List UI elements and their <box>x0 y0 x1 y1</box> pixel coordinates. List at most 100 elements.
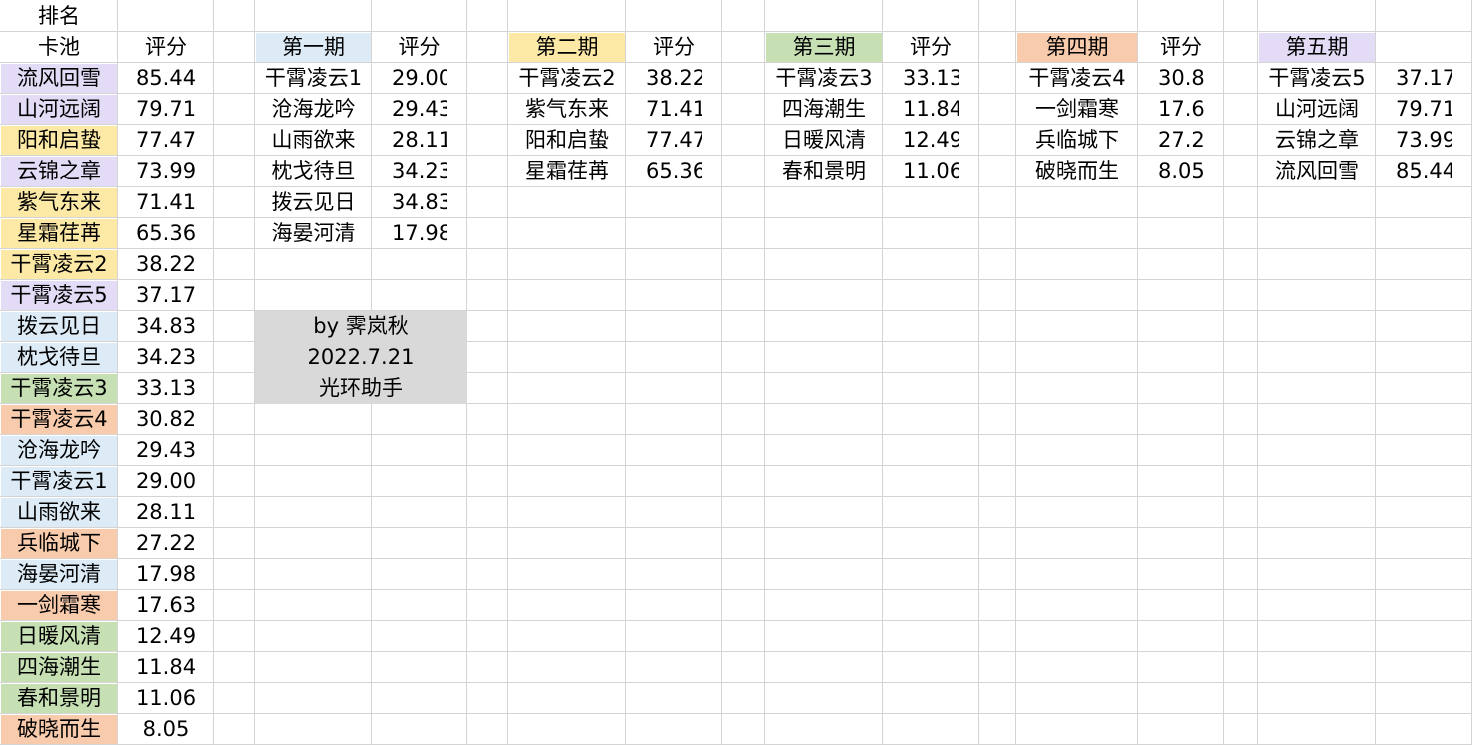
grid-cell[interactable] <box>1138 249 1224 280</box>
grid-cell[interactable] <box>1376 0 1472 32</box>
grid-cell[interactable] <box>1376 559 1472 590</box>
grid-cell[interactable] <box>626 404 722 435</box>
grid-cell[interactable] <box>1138 621 1224 652</box>
grid-cell[interactable] <box>214 621 255 652</box>
grid-cell[interactable] <box>626 218 722 249</box>
grid-cell[interactable] <box>626 621 722 652</box>
grid-cell[interactable] <box>1016 435 1138 466</box>
grid-cell[interactable] <box>1376 466 1472 497</box>
grid-cell[interactable] <box>214 63 255 94</box>
grid-cell[interactable] <box>1224 280 1258 311</box>
grid-cell[interactable] <box>1258 249 1376 280</box>
grid-cell[interactable] <box>722 683 765 714</box>
grid-cell[interactable] <box>467 714 508 745</box>
grid-cell[interactable] <box>722 404 765 435</box>
grid-cell[interactable] <box>508 590 626 621</box>
grid-cell[interactable] <box>1224 497 1258 528</box>
grid-cell[interactable] <box>1138 497 1224 528</box>
grid-cell[interactable] <box>372 249 467 280</box>
grid-cell[interactable] <box>467 652 508 683</box>
grid-cell[interactable] <box>979 590 1016 621</box>
spreadsheet-grid[interactable]: 排名 卡池 评分 流风回雪 85.44 山河远阔 79.71 阳和启蛰 77.47 云锦之章 73.… <box>0 0 1472 745</box>
grid-cell[interactable] <box>214 373 255 404</box>
grid-cell[interactable] <box>1016 249 1138 280</box>
grid-cell[interactable] <box>214 528 255 559</box>
grid-cell[interactable] <box>722 559 765 590</box>
grid-cell[interactable] <box>883 528 979 559</box>
grid-cell[interactable] <box>1258 435 1376 466</box>
grid-cell[interactable] <box>765 652 883 683</box>
grid-cell[interactable] <box>883 0 979 32</box>
grid-cell[interactable] <box>1258 621 1376 652</box>
grid-cell[interactable] <box>765 497 883 528</box>
grid-cell[interactable] <box>467 125 508 156</box>
grid-cell[interactable] <box>979 63 1016 94</box>
grid-cell[interactable] <box>979 94 1016 125</box>
grid-cell[interactable] <box>1138 435 1224 466</box>
grid-cell[interactable] <box>1376 528 1472 559</box>
grid-cell[interactable] <box>214 311 255 342</box>
grid-cell[interactable] <box>722 280 765 311</box>
grid-cell[interactable] <box>255 559 372 590</box>
grid-cell[interactable] <box>1224 373 1258 404</box>
grid-cell[interactable] <box>508 0 626 32</box>
grid-cell[interactable] <box>722 528 765 559</box>
grid-cell[interactable] <box>467 621 508 652</box>
grid-cell[interactable] <box>255 621 372 652</box>
grid-cell[interactable] <box>1016 652 1138 683</box>
grid-cell[interactable] <box>883 435 979 466</box>
grid-cell[interactable] <box>467 63 508 94</box>
grid-cell[interactable] <box>1016 0 1138 32</box>
grid-cell[interactable] <box>467 187 508 218</box>
grid-cell[interactable] <box>765 249 883 280</box>
grid-cell[interactable] <box>626 342 722 373</box>
grid-cell[interactable] <box>765 714 883 745</box>
grid-cell[interactable] <box>626 528 722 559</box>
grid-cell[interactable] <box>1224 156 1258 187</box>
grid-cell[interactable] <box>1224 683 1258 714</box>
grid-cell[interactable] <box>765 373 883 404</box>
grid-cell[interactable] <box>722 497 765 528</box>
grid-cell[interactable] <box>1376 342 1472 373</box>
grid-cell[interactable] <box>255 249 372 280</box>
grid-cell[interactable] <box>255 435 372 466</box>
grid-cell[interactable] <box>214 714 255 745</box>
grid-cell[interactable] <box>255 714 372 745</box>
grid-cell[interactable] <box>626 683 722 714</box>
grid-cell[interactable] <box>626 311 722 342</box>
grid-cell[interactable] <box>765 0 883 32</box>
grid-cell[interactable] <box>467 156 508 187</box>
grid-cell[interactable] <box>372 621 467 652</box>
grid-cell[interactable] <box>883 218 979 249</box>
grid-cell[interactable] <box>467 404 508 435</box>
grid-cell[interactable] <box>1258 404 1376 435</box>
grid-cell[interactable] <box>1138 218 1224 249</box>
grid-cell[interactable] <box>1138 559 1224 590</box>
grid-cell[interactable] <box>1224 590 1258 621</box>
grid-cell[interactable] <box>508 187 626 218</box>
grid-cell[interactable] <box>979 249 1016 280</box>
grid-cell[interactable] <box>979 125 1016 156</box>
grid-cell[interactable] <box>1138 280 1224 311</box>
grid-cell[interactable] <box>979 652 1016 683</box>
grid-cell[interactable] <box>1016 497 1138 528</box>
grid-cell[interactable] <box>883 652 979 683</box>
grid-cell[interactable] <box>255 497 372 528</box>
grid-cell[interactable] <box>1376 249 1472 280</box>
grid-cell[interactable] <box>979 187 1016 218</box>
grid-cell[interactable] <box>1376 497 1472 528</box>
grid-cell[interactable] <box>255 652 372 683</box>
grid-cell[interactable] <box>214 32 255 63</box>
grid-cell[interactable] <box>214 0 255 32</box>
grid-cell[interactable] <box>214 590 255 621</box>
grid-cell[interactable] <box>1258 280 1376 311</box>
grid-cell[interactable] <box>1376 187 1472 218</box>
grid-cell[interactable] <box>508 528 626 559</box>
grid-cell[interactable] <box>883 373 979 404</box>
grid-cell[interactable] <box>722 435 765 466</box>
grid-cell[interactable] <box>1138 0 1224 32</box>
grid-cell[interactable] <box>467 32 508 63</box>
grid-cell[interactable] <box>467 373 508 404</box>
grid-cell[interactable] <box>722 125 765 156</box>
grid-cell[interactable] <box>1376 714 1472 745</box>
